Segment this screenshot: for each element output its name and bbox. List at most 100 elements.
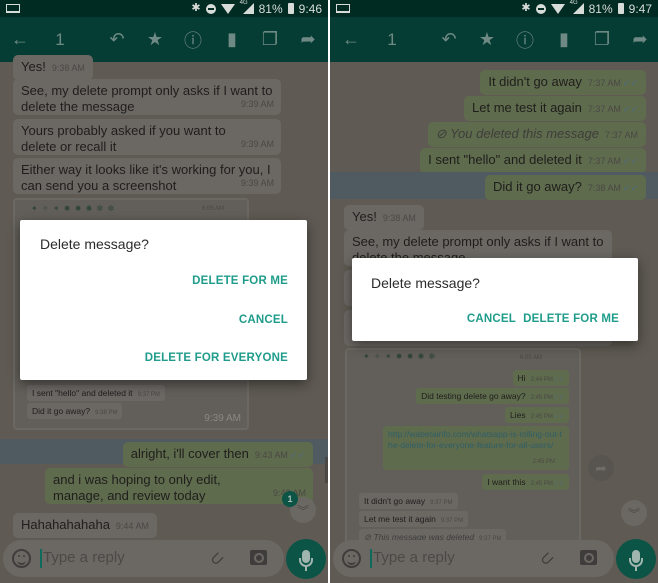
delete-for-me-button[interactable]: DELETE FOR ME (192, 275, 288, 287)
star-icon[interactable]: ★ (140, 17, 170, 62)
message-text: Yes! (352, 209, 377, 224)
mic-button[interactable] (616, 539, 656, 579)
message-time: 9:38 AM (51, 63, 85, 73)
forward-icon[interactable]: ➦ (293, 17, 323, 62)
message-bubble[interactable]: alright, i'll cover then 9:43 AM ✓✓ (122, 442, 313, 467)
cell-signal-icon: 4G (570, 0, 584, 14)
message-text: Hahahahahaha (21, 517, 110, 532)
message-bubble[interactable]: I sent "hello" and deleted it 7:37 AM ✓✓ (420, 148, 646, 173)
message-bubble[interactable]: Either way it looks like it's working fo… (13, 158, 281, 194)
read-receipt-icon: ✓✓ (289, 450, 305, 460)
bluetooth-icon: ✱ (521, 2, 531, 14)
message-bubble[interactable]: Yes! 9:38 AM (344, 205, 424, 230)
battery-icon (287, 3, 294, 14)
screenshot-time-top: 6:05 AM (520, 355, 543, 361)
right-phone-screen: ✱ 4G 81% 9:47 ← 1 ↶ ★ ⓘ ▮ ❐ ➦ It didn't … (330, 0, 658, 583)
bluetooth-icon: ✱ (191, 2, 201, 14)
screenshot-message: Let me test it again 9:37 PM (359, 511, 469, 527)
screenshot-time-top: 6:05 AM (202, 206, 225, 212)
left-phone-screen: ✱ 4G 81% 9:46 ← 1 ↶ ★ ⓘ ▮ ❐ ➦ Yes! 9:38 A… (0, 0, 328, 583)
attach-icon[interactable]: ⊂ (205, 547, 229, 571)
selection-toolbar: ← 1 ↶ ★ ⓘ ▮ ❐ ➦ (330, 17, 658, 62)
screenshot-image-message[interactable]: ✦ ✧ ✶ ✸ ✹ ✺ ✻ 6:05 AM Hi 2:44 PM✓✓ Did te… (345, 348, 581, 558)
battery-percent: 81% (588, 1, 613, 16)
message-text: It didn't go away (488, 74, 582, 89)
message-time: 7:37 AM (587, 156, 621, 166)
message-time: 9:39 AM (240, 139, 274, 149)
camera-icon[interactable] (580, 550, 597, 565)
message-time: 7:37 AM (587, 104, 621, 114)
battery-icon (617, 3, 624, 14)
screenshot-message: Lies 2:45 PM✓✓ (504, 407, 569, 423)
message-text: Either way it looks like it's working fo… (21, 162, 271, 193)
message-bubble[interactable]: It didn't go away 7:37 AM ✓✓ (480, 70, 646, 95)
back-arrow-icon[interactable]: ← (336, 17, 366, 62)
message-input[interactable]: Type a reply (43, 549, 125, 566)
deleted-message-bubble[interactable]: ⊘ You deleted this message 7:37 AM (427, 122, 646, 147)
read-receipt-icon: ✓✓ (622, 156, 638, 166)
message-bubble[interactable]: Let me test it again 7:37 AM ✓✓ (464, 96, 646, 121)
message-bubble[interactable]: Yours probably asked if you want to dele… (13, 119, 281, 155)
message-text: and i was hoping to only edit, manage, a… (53, 472, 221, 503)
forward-shortcut-button[interactable]: ➦ (588, 455, 614, 481)
unread-count-badge: 1 (282, 491, 298, 507)
message-bubble[interactable]: Did it go away? 7:38 AM ✓✓ (484, 175, 646, 200)
reply-icon[interactable]: ↶ (434, 17, 464, 62)
blocked-icon: ⊘ (435, 126, 451, 141)
screenshot-message: Did it go away? 9:38 PM (27, 403, 123, 419)
message-text: alright, i'll cover then (130, 446, 249, 461)
message-bubble[interactable]: Hahahahahaha 9:44 AM (13, 513, 157, 538)
delete-for-me-button[interactable]: DELETE FOR ME (523, 313, 619, 325)
message-text: I sent "hello" and deleted it (428, 152, 582, 167)
message-time: 9:39 AM (240, 178, 274, 188)
mic-button[interactable] (286, 539, 326, 579)
scroll-to-bottom-button[interactable]: ︾ (621, 500, 647, 526)
network-type: 4G (239, 0, 248, 6)
message-text: Did it go away? (492, 179, 582, 194)
emoji-icon[interactable] (12, 549, 31, 568)
star-icon[interactable]: ★ (472, 17, 502, 62)
do-not-disturb-icon (535, 3, 546, 14)
text-caret (370, 549, 372, 568)
message-bubble[interactable]: and i was hoping to only edit, manage, a… (45, 468, 313, 504)
message-time: 7:37 AM (604, 130, 638, 140)
info-icon[interactable]: ⓘ (510, 17, 540, 62)
delete-icon[interactable]: ▮ (217, 17, 247, 62)
wifi-icon (220, 3, 235, 14)
message-bubble[interactable]: See, my delete prompt only asks if I wan… (13, 79, 281, 115)
battery-percent: 81% (258, 1, 283, 16)
message-input-bar: Type a reply ⊂ (333, 540, 614, 577)
copy-icon[interactable]: ❐ (255, 17, 285, 62)
screenshot-message: I sent "hello" and deleted it 9:37 PM (27, 385, 165, 401)
cancel-button[interactable]: CANCEL (239, 314, 288, 326)
message-input[interactable]: Type a reply (373, 549, 455, 566)
delete-message-dialog: Delete message? CANCEL DELETE FOR ME (352, 258, 638, 341)
message-text: Yes! (21, 59, 46, 74)
screenshot-message: I want this 2:45 PM✓✓ (482, 474, 569, 490)
emoji-strip: ✦ ✧ ✶ ✸ ✹ ✺ ✻ ✼ (31, 204, 116, 213)
camera-icon[interactable] (250, 550, 267, 565)
double-chevron-down-icon: ︾ (296, 503, 309, 518)
status-bar: ✱ 4G 81% 9:47 (330, 0, 658, 17)
message-time: 7:38 AM (587, 183, 621, 193)
laptop-icon (6, 4, 20, 13)
message-bubble[interactable]: Yes! 9:38 AM (13, 55, 93, 80)
info-icon[interactable]: ⓘ (178, 17, 208, 62)
text-caret (40, 549, 42, 568)
forward-icon[interactable]: ➦ (625, 17, 655, 62)
copy-icon[interactable]: ❐ (587, 17, 617, 62)
status-bar: ✱ 4G 81% 9:46 (0, 0, 328, 17)
message-text: Let me test it again (472, 100, 582, 115)
dialog-title: Delete message? (40, 236, 149, 252)
do-not-disturb-icon (205, 3, 216, 14)
attach-icon[interactable]: ⊂ (535, 547, 559, 571)
screenshot-message: Hi 2:44 PM✓✓ (512, 370, 569, 386)
delete-for-everyone-button[interactable]: DELETE FOR EVERYONE (145, 352, 288, 364)
message-time: 9:38 AM (382, 213, 416, 223)
message-input-bar: Type a reply ⊂ (3, 540, 284, 577)
delete-icon[interactable]: ▮ (549, 17, 579, 62)
emoji-icon[interactable] (342, 549, 361, 568)
reply-icon[interactable]: ↶ (102, 17, 132, 62)
cancel-button[interactable]: CANCEL (467, 313, 516, 325)
scrollbar-thumb[interactable] (325, 457, 328, 483)
